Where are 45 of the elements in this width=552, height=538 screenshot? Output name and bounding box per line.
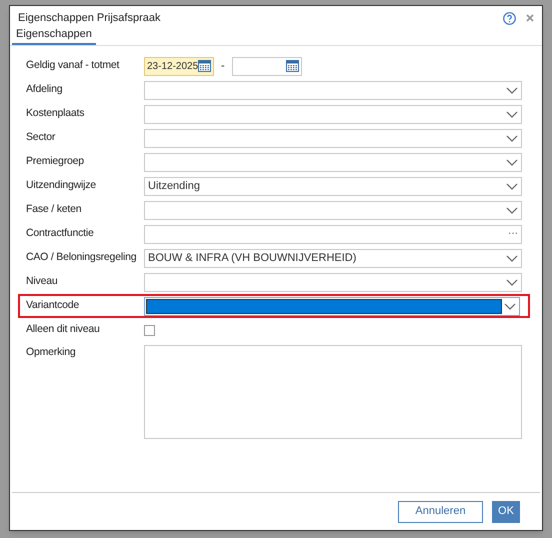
ok-button[interactable]: OK [492,500,520,522]
field-label: Uitzendingwijze [26,178,97,194]
lookup-button[interactable]: ··· [505,229,521,239]
field-label: Contractfunctie [26,226,95,242]
field-label: Sector [26,130,56,146]
cancel-button[interactable]: Annuleren [398,500,483,522]
dropdown-field[interactable]: BOUW & INFRA (VH BOUWNIJVERHEID) [144,248,522,268]
date-to-field[interactable] [232,56,302,76]
chevron-down-icon [506,86,518,94]
date-separator: - [221,58,225,74]
field-label: Variantcode [26,298,80,314]
chevron-down-icon [506,278,518,286]
field-label: Afdeling [26,82,64,98]
chevron-down-icon [506,134,518,142]
dialog-title: Eigenschappen Prijsafspraak [18,10,160,26]
calendar-icon[interactable] [198,60,212,72]
dropdown-field[interactable]: Uitzending [144,176,522,196]
field-label: Geldig vanaf - totmet [26,58,120,74]
field-label: Alleen dit niveau [26,322,101,338]
field-label: Fase / keten [26,202,82,218]
help-icon[interactable] [503,12,516,24]
dropdown-field[interactable] [144,80,522,100]
dropdown-field[interactable] [144,296,520,316]
field-label: Opmerking [26,345,77,360]
chevron-down-icon [506,110,518,118]
date-from-field[interactable]: 23-12-2025 [144,56,214,76]
chevron-down-icon [504,302,516,310]
calendar-icon[interactable] [286,60,299,72]
checkbox[interactable] [144,324,155,336]
tab[interactable]: Eigenschappen [12,28,96,45]
chevron-down-icon [506,182,518,190]
close-icon[interactable] [526,14,534,22]
dropdown-field[interactable] [144,152,522,172]
dropdown-field[interactable] [144,104,522,124]
field-label: Niveau [26,274,58,290]
dropdown-field[interactable] [144,200,522,220]
chevron-down-icon [506,254,518,262]
chevron-down-icon [506,158,518,166]
field-label: Premiegroep [26,154,85,170]
chevron-down-icon [506,206,518,214]
field-label: CAO / Beloningsregeling [26,250,138,266]
remark-field[interactable] [144,345,522,439]
dropdown-field[interactable] [144,128,522,148]
field-label: Kostenplaats [26,106,86,122]
dropdown-field[interactable] [144,272,522,292]
